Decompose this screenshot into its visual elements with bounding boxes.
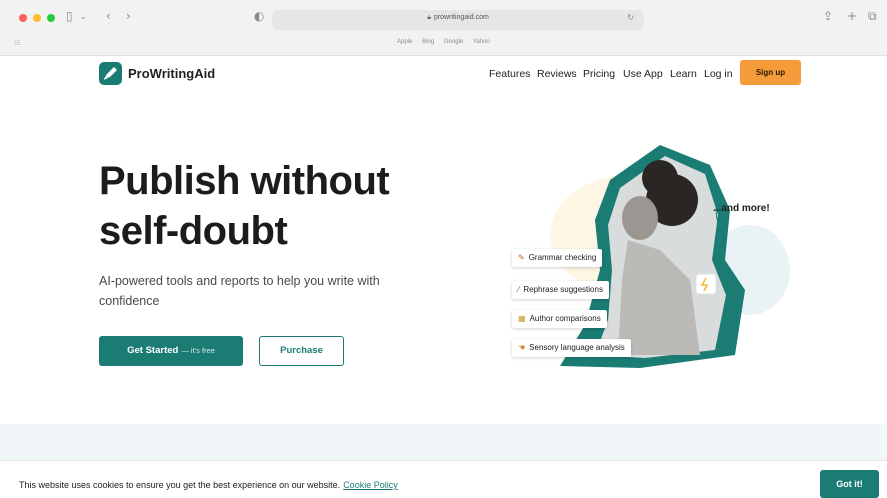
favorite-google[interactable]: Google: [444, 39, 463, 45]
got-it-button[interactable]: Got it!: [820, 470, 879, 498]
feature-label: Rephrase suggestions: [523, 285, 603, 294]
browser-toolbar: ▯ ⌄ ‹ › ◐ 🔒︎ prowritingaid.com ↻ ⇪ + ⧉ ☷ …: [0, 0, 887, 56]
back-icon[interactable]: ‹: [106, 9, 111, 23]
share-icon[interactable]: ⇪: [823, 9, 833, 23]
section-band: [0, 424, 887, 460]
feature-label: Grammar checking: [528, 253, 597, 262]
feature-pill-grammar: ✎ Grammar checking: [512, 249, 603, 267]
hero-title-line2: self-doubt: [99, 209, 288, 253]
free-note: — it's free: [181, 346, 215, 355]
feature-pill-sensory: ☚ Sensory language analysis: [512, 339, 631, 357]
nav-log-in[interactable]: Log in: [704, 68, 733, 80]
hero-subtitle: AI-powered tools and reports to help you…: [99, 274, 380, 308]
get-started-button[interactable]: Get Started — it's free: [99, 336, 243, 366]
logo-icon[interactable]: [99, 62, 122, 85]
privacy-shield-icon[interactable]: ◐: [254, 9, 264, 23]
address-bar[interactable]: 🔒︎ prowritingaid.com ↻: [272, 10, 644, 30]
forward-icon[interactable]: ›: [126, 9, 131, 23]
hero-title: Publish without self-doubt: [99, 156, 390, 256]
favorite-yahoo[interactable]: Yahoo: [473, 39, 490, 45]
cookie-text: This website uses cookies to ensure you …: [19, 480, 341, 490]
lock-icon: 🔒︎: [427, 14, 431, 21]
favorites-bar: Apple Bing Google Yahoo: [0, 39, 887, 45]
reload-icon[interactable]: ↻: [627, 13, 634, 22]
purchase-button[interactable]: Purchase: [259, 336, 344, 366]
nav-pricing[interactable]: Pricing: [583, 68, 615, 80]
hero-title-line1: Publish without: [99, 159, 390, 203]
feature-label: Author comparisons: [529, 314, 601, 323]
sidebar-icon[interactable]: ▯: [66, 9, 73, 23]
wand-icon: ⁄: [518, 285, 520, 294]
nav-learn[interactable]: Learn: [670, 68, 697, 80]
cookie-policy-link[interactable]: Cookie Policy: [343, 480, 398, 490]
nav-features[interactable]: Features: [489, 68, 530, 80]
logo-text[interactable]: ProWritingAid: [128, 66, 215, 81]
nav-use-app[interactable]: Use App: [623, 68, 663, 80]
hand-icon: ☚: [518, 343, 526, 352]
zoom-window-button[interactable]: [47, 14, 55, 22]
feature-pill-author: ▦ Author comparisons: [512, 310, 607, 328]
cookie-message: This website uses cookies to ensure you …: [19, 480, 398, 490]
url-text: prowritingaid.com: [433, 14, 489, 21]
get-started-label: Get Started: [127, 345, 179, 356]
favorite-apple[interactable]: Apple: [397, 39, 412, 45]
new-tab-icon[interactable]: +: [847, 9, 857, 23]
minimize-window-button[interactable]: [33, 14, 41, 22]
pen-icon: ✎: [518, 253, 525, 262]
chevron-down-icon[interactable]: ⌄: [80, 12, 87, 21]
close-window-button[interactable]: [19, 14, 27, 22]
books-icon: ▦: [518, 314, 526, 323]
feature-pill-rephrase: ⁄ Rephrase suggestions: [512, 281, 609, 299]
and-more-label: ...and more!: [713, 203, 770, 214]
sign-up-button[interactable]: Sign up: [740, 60, 801, 85]
cookie-banner: [0, 460, 887, 498]
tabs-overview-icon[interactable]: ⧉: [868, 9, 877, 24]
favorite-bing[interactable]: Bing: [422, 39, 434, 45]
feature-label: Sensory language analysis: [529, 343, 625, 352]
nav-reviews[interactable]: Reviews: [537, 68, 577, 80]
